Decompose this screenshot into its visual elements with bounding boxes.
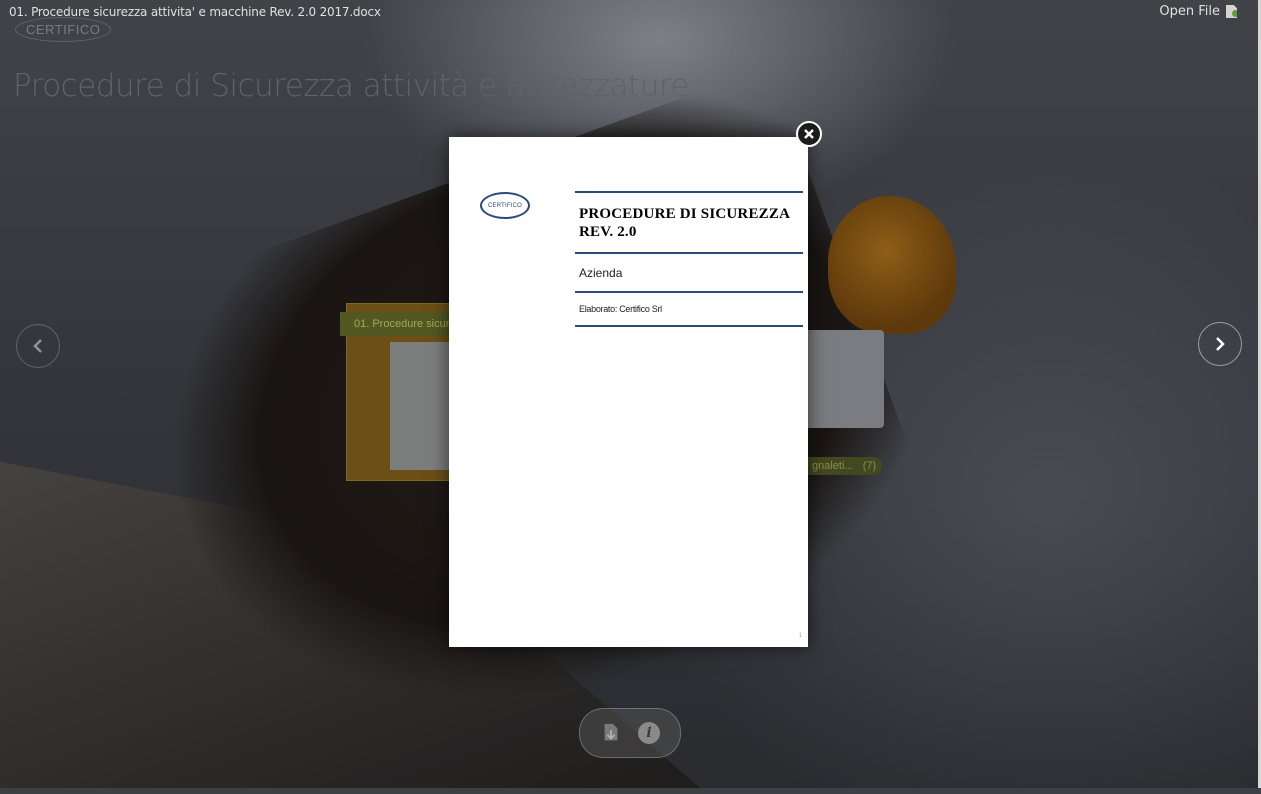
info-button[interactable]: i xyxy=(637,721,661,745)
close-preview-button[interactable] xyxy=(796,121,822,147)
document-preview-page: CERTIFICO PROCEDURE DI SICUREZZA REV. 2.… xyxy=(449,137,808,647)
download-button[interactable] xyxy=(599,721,623,745)
document-title-line1: PROCEDURE DI SICUREZZA xyxy=(579,206,791,222)
next-button[interactable] xyxy=(1198,322,1242,366)
chevron-right-icon xyxy=(1216,337,1225,351)
preview-toolbar: i xyxy=(579,708,681,758)
close-icon xyxy=(804,129,814,139)
document-logo: CERTIFICO xyxy=(480,192,530,219)
download-icon xyxy=(604,723,618,741)
document-rule-top xyxy=(575,191,803,193)
chevron-left-icon xyxy=(33,339,42,353)
document-page-number: 1 xyxy=(798,633,802,639)
document-company: Azienda xyxy=(579,266,623,280)
document-rule-3 xyxy=(575,291,803,293)
info-icon: i xyxy=(638,722,660,744)
document-rule-bottom xyxy=(575,325,803,327)
document-title: PROCEDURE DI SICUREZZA REV. 2.0 xyxy=(579,205,801,241)
document-title-line2: REV. 2.0 xyxy=(579,224,637,240)
document-author: Elaborato: Certifico Srl xyxy=(579,304,662,314)
previous-button[interactable] xyxy=(16,324,60,368)
document-rule-2 xyxy=(575,252,803,254)
